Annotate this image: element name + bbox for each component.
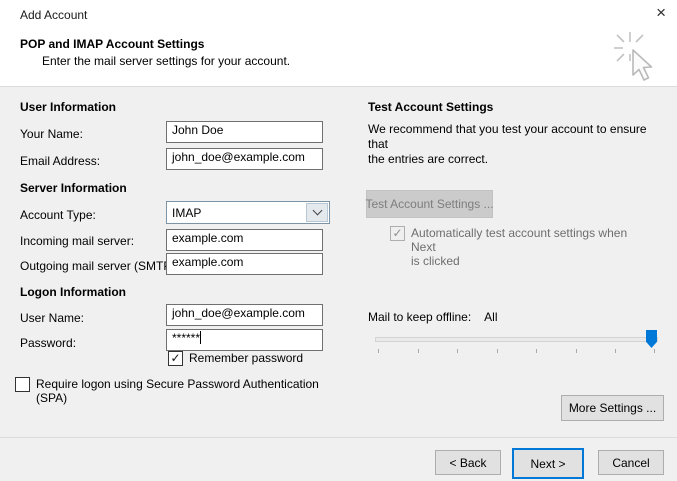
slider-tick <box>615 349 616 353</box>
email-address-input[interactable]: john_doe@example.com <box>166 148 323 170</box>
test-account-description: We recommend that you test your account … <box>368 122 647 166</box>
outgoing-server-label: Outgoing mail server (SMTP): <box>20 259 179 273</box>
auto-test-checkbox[interactable]: ✓ Automatically test account settings wh… <box>390 226 650 268</box>
user-information-heading: User Information <box>20 100 117 114</box>
password-value: ****** <box>172 331 201 345</box>
page-title: POP and IMAP Account Settings <box>20 37 205 51</box>
close-icon[interactable]: × <box>656 3 666 23</box>
test-account-heading: Test Account Settings <box>368 100 494 114</box>
user-name-label: User Name: <box>20 311 85 325</box>
check-icon: ✓ <box>392 225 403 240</box>
slider-tick <box>378 349 379 353</box>
checkbox-box[interactable]: ✓ <box>390 226 405 241</box>
footer-divider <box>0 437 677 438</box>
outgoing-server-input[interactable]: example.com <box>166 253 323 275</box>
password-label: Password: <box>20 336 77 350</box>
dialog-header: Add Account × POP and IMAP Account Setti… <box>0 0 677 87</box>
back-button[interactable]: < Back <box>435 450 501 475</box>
remember-password-checkbox[interactable]: ✓ Remember password <box>168 351 303 366</box>
text-caret <box>200 331 202 344</box>
user-name-input[interactable]: john_doe@example.com <box>166 304 323 326</box>
test-account-settings-button[interactable]: Test Account Settings ... <box>365 190 494 218</box>
slider-tick <box>457 349 458 353</box>
account-type-value: IMAP <box>172 205 202 220</box>
remember-password-label: Remember password <box>189 351 304 365</box>
spa-label: Require logon using Secure Password Auth… <box>36 377 319 405</box>
password-input[interactable]: ****** <box>166 329 323 351</box>
slider-tick <box>497 349 498 353</box>
window-title: Add Account <box>20 8 88 22</box>
account-type-label: Account Type: <box>20 208 96 222</box>
add-account-dialog: Add Account × POP and IMAP Account Setti… <box>0 0 677 481</box>
checkbox-box[interactable] <box>15 377 30 392</box>
spa-checkbox[interactable]: Require logon using Secure Password Auth… <box>15 377 345 405</box>
your-name-input[interactable]: John Doe <box>166 121 323 143</box>
logon-information-heading: Logon Information <box>20 285 126 299</box>
page-subtitle: Enter the mail server settings for your … <box>42 54 291 68</box>
slider-tick <box>576 349 577 353</box>
checkbox-box[interactable]: ✓ <box>168 351 183 366</box>
offline-mail-value: All <box>484 310 498 324</box>
more-settings-button[interactable]: More Settings ... <box>561 395 664 421</box>
incoming-server-input[interactable]: example.com <box>166 229 323 251</box>
account-type-select[interactable]: IMAP <box>166 201 330 224</box>
your-name-label: Your Name: <box>20 127 83 141</box>
offline-mail-slider-track[interactable] <box>375 337 658 342</box>
offline-mail-row: Mail to keep offline: All <box>368 310 498 324</box>
account-type-dropdown-button[interactable] <box>306 203 328 222</box>
check-icon: ✓ <box>170 350 181 365</box>
email-address-label: Email Address: <box>20 154 101 168</box>
slider-tick <box>418 349 419 353</box>
offline-mail-slider-thumb[interactable] <box>646 330 657 348</box>
server-information-heading: Server Information <box>20 181 127 195</box>
chevron-down-icon <box>312 205 322 216</box>
incoming-server-label: Incoming mail server: <box>20 234 135 248</box>
cursor-click-graphic <box>614 32 653 81</box>
cancel-button[interactable]: Cancel <box>598 450 664 475</box>
slider-tick <box>654 349 655 353</box>
auto-test-label: Automatically test account settings when… <box>411 226 628 268</box>
slider-tick <box>536 349 537 353</box>
next-button[interactable]: Next > <box>512 448 584 479</box>
offline-mail-label: Mail to keep offline: <box>368 310 472 324</box>
